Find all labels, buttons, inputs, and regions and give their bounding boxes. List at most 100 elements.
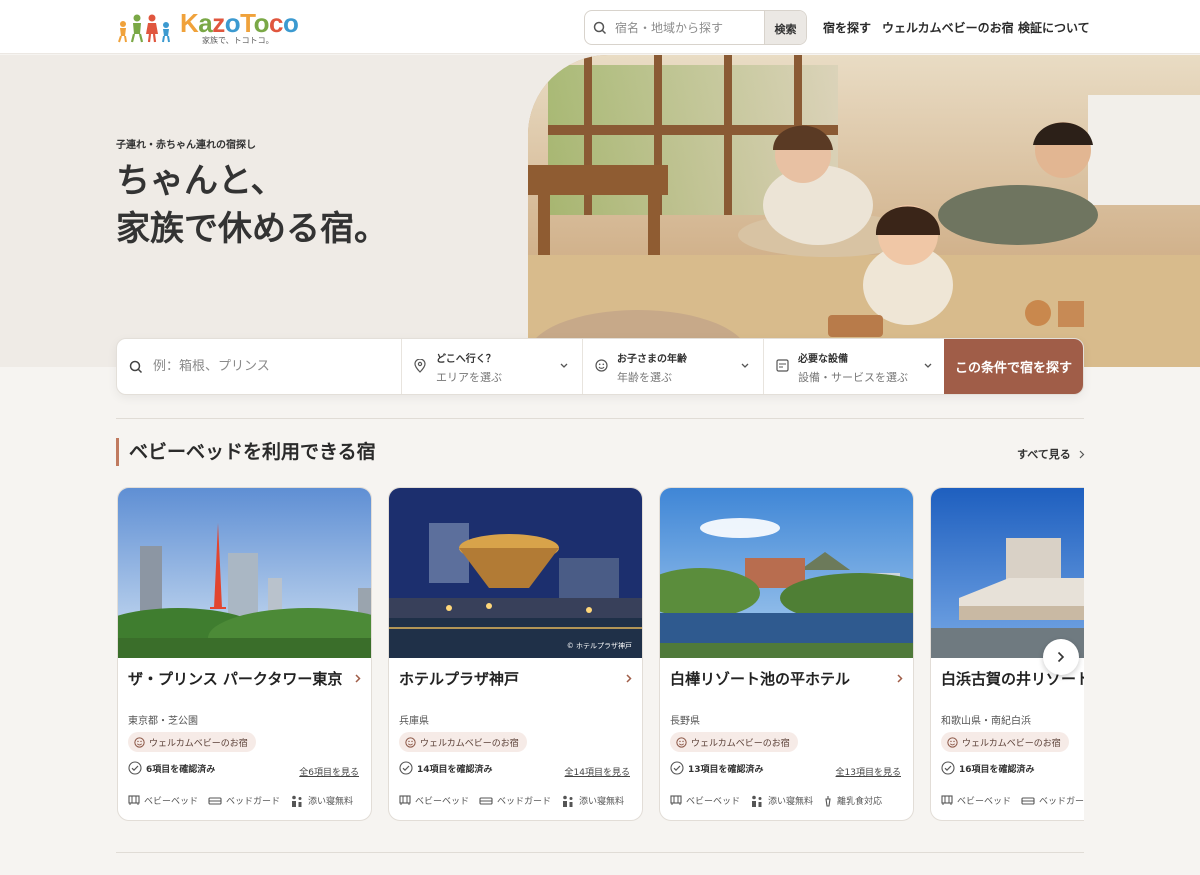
see-all-items-link[interactable]: 全14項目を見る xyxy=(565,765,630,778)
feature-item: ベビーベッド xyxy=(670,794,740,807)
crib-icon xyxy=(399,795,411,805)
search-icon xyxy=(585,11,615,44)
feature-label: ベッドガード xyxy=(497,797,552,807)
feature-item: ベッドガード xyxy=(479,794,551,807)
welcome-baby-badge: ウェルカムベビーのお宿 xyxy=(941,732,1069,752)
feature-item: 添い寝無料 xyxy=(561,794,624,807)
logo-tagline: 家族で、トコトコ。 xyxy=(202,35,274,45)
feature-item: ベビーベッド xyxy=(399,794,469,807)
hero-title-line2: 家族で休める宿。 xyxy=(116,209,388,249)
feature-list: ベビーベッド ベッドガード xyxy=(941,794,1084,807)
feature-label: ベッドガード xyxy=(226,797,281,807)
chevron-right-icon xyxy=(626,674,632,683)
verified-label: 6項目を確認済み xyxy=(146,764,216,775)
header-search-input[interactable] xyxy=(615,11,765,44)
baby-food-icon xyxy=(825,795,831,807)
inn-card[interactable]: © ホテルプラザ神戸 ホテルプラザ神戸 兵庫県 ウェルカムベビーのお宿 14項目… xyxy=(388,487,643,821)
feature-label: ベビーベッド xyxy=(144,797,199,807)
chevron-right-icon xyxy=(1079,450,1085,458)
site-header: KazoToco 家族で、トコトコ。 検索 宿を探す ウェルカムベビーのお宿 検… xyxy=(0,0,1200,54)
inn-photo xyxy=(389,488,642,658)
inn-location: 東京都・芝公園 xyxy=(128,716,198,727)
feature-label: 添い寝無料 xyxy=(768,797,814,807)
crib-icon xyxy=(128,795,140,805)
logo[interactable]: KazoToco 家族で、トコトコ。 xyxy=(116,7,299,45)
verified-count: 6項目を確認済み xyxy=(128,761,215,775)
area-select[interactable]: どこへ行く？ エリアを選ぶ xyxy=(401,339,582,394)
feature-item: ベッドガード xyxy=(1021,794,1084,807)
welcome-baby-badge: ウェルカムベビーのお宿 xyxy=(670,732,798,752)
nav-find-inn[interactable]: 宿を探す xyxy=(823,19,871,36)
smile-icon xyxy=(134,736,145,748)
section-title: ベビーベッドを利用できる宿 xyxy=(116,438,376,466)
feature-label: ベビーベッド xyxy=(957,797,1012,807)
header-search: 検索 xyxy=(584,10,807,45)
chevron-down-icon xyxy=(741,363,749,368)
keyword-input[interactable] xyxy=(153,359,383,374)
age-value: 年齢を選ぶ xyxy=(617,371,672,384)
bed-guard-icon xyxy=(208,796,222,805)
age-label: お子さまの年齢 xyxy=(617,354,687,365)
feature-item: ベビーベッド xyxy=(128,794,198,807)
feature-item: ベッドガード xyxy=(208,794,280,807)
age-select[interactable]: お子さまの年齢 年齢を選ぶ xyxy=(582,339,763,394)
chevron-right-icon xyxy=(355,674,361,683)
welcome-baby-badge: ウェルカムベビーのお宿 xyxy=(128,732,256,752)
badge-label: ウェルカムベビーのお宿 xyxy=(420,738,519,749)
check-circle-icon xyxy=(941,761,955,775)
divider xyxy=(116,852,1084,853)
inn-card-carousel: ザ・プリンス パークタワー東京 東京都・芝公園 ウェルカムベビーのお宿 6項目を… xyxy=(116,486,1084,822)
inn-card[interactable]: ザ・プリンス パークタワー東京 東京都・芝公園 ウェルカムベビーのお宿 6項目を… xyxy=(117,487,372,821)
bed-guard-icon xyxy=(1021,796,1035,805)
feature-label: 離乳食対応 xyxy=(837,797,883,807)
smile-icon xyxy=(676,736,687,748)
search-submit-button[interactable]: この条件で宿を探す xyxy=(944,339,1083,394)
badge-label: ウェルカムベビーのお宿 xyxy=(691,738,790,749)
feature-label: ベッドガード xyxy=(1039,797,1084,807)
photo-credit: © ホテルプラザ神戸 xyxy=(566,642,632,650)
chevron-right-icon xyxy=(897,674,903,683)
inn-location: 兵庫県 xyxy=(399,716,429,727)
location-pin-icon xyxy=(414,359,426,373)
verified-count: 16項目を確認済み xyxy=(941,761,1035,775)
check-circle-icon xyxy=(670,761,684,775)
nav-about-verification[interactable]: 検証について xyxy=(1018,19,1090,36)
keyword-field xyxy=(117,339,401,394)
hero-title: ちゃんと、 家族で休める宿。 xyxy=(116,157,388,253)
search-icon xyxy=(129,360,143,373)
checklist-icon xyxy=(776,359,789,372)
carousel-next-button[interactable] xyxy=(1043,639,1079,675)
logo-wordmark: KazoToco xyxy=(180,7,299,38)
feature-item: ベビーベッド xyxy=(941,794,1011,807)
nav-welcome-baby[interactable]: ウェルカムベビーのお宿 xyxy=(882,19,1014,36)
area-label: どこへ行く？ xyxy=(436,354,496,365)
co-sleeping-icon xyxy=(292,795,302,807)
co-sleeping-icon xyxy=(563,795,573,807)
family-logo-icon xyxy=(118,14,170,43)
smile-icon xyxy=(405,736,416,748)
see-all-items-link[interactable]: 全6項目を見る xyxy=(299,765,359,778)
search-filter-bar: どこへ行く？ エリアを選ぶ お子さまの年齢 年齢を選ぶ 必要な設備 設備・サービ… xyxy=(116,338,1084,395)
divider xyxy=(116,418,1084,419)
co-sleeping-icon xyxy=(752,795,762,807)
see-all-items-link[interactable]: 全13項目を見る xyxy=(836,765,901,778)
facility-select[interactable]: 必要な設備 設備・サービスを選ぶ xyxy=(763,339,946,394)
badge-label: ウェルカムベビーのお宿 xyxy=(149,738,248,749)
header-search-button[interactable]: 検索 xyxy=(764,11,806,44)
hero-photo-illustration xyxy=(528,55,1200,367)
inn-location: 長野県 xyxy=(670,716,700,727)
inn-card[interactable]: 白樺リゾート池の平ホテル 長野県 ウェルカムベビーのお宿 13項目を確認済み 全… xyxy=(659,487,914,821)
feature-label: ベビーベッド xyxy=(415,797,470,807)
see-all-link[interactable]: すべて見る xyxy=(1017,446,1085,462)
see-all-label: すべて見る xyxy=(1017,448,1071,461)
feature-label: 添い寝無料 xyxy=(308,797,354,807)
hero-eyebrow: 子連れ・赤ちゃん連れの宿探し xyxy=(116,140,256,151)
inn-photo xyxy=(931,488,1084,658)
feature-list: ベビーベッド ベッドガード 添い寝無料 xyxy=(399,794,624,807)
facility-label: 必要な設備 xyxy=(798,354,848,365)
check-circle-icon xyxy=(128,761,142,775)
verified-count: 13項目を確認済み xyxy=(670,761,764,775)
inn-photo xyxy=(660,488,913,658)
inn-photo xyxy=(118,488,371,658)
chevron-down-icon xyxy=(924,363,932,368)
